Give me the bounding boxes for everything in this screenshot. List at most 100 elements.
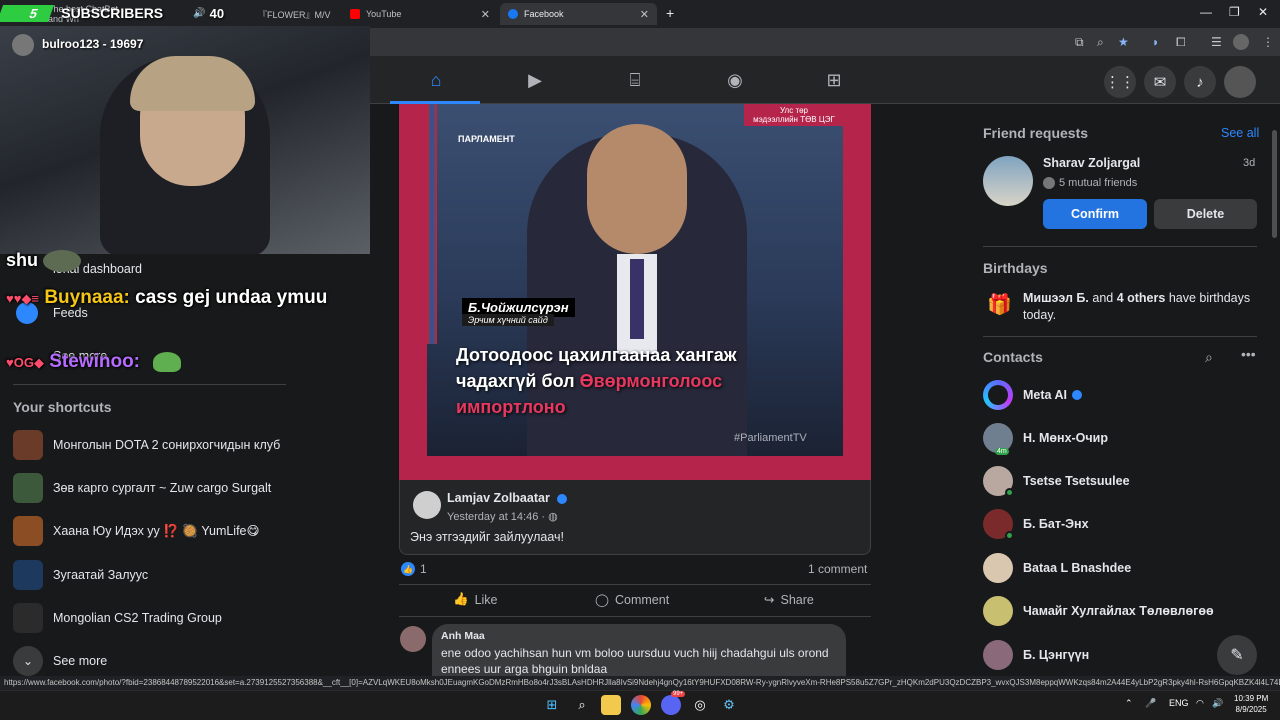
search-icon[interactable]: ⌕ [572, 695, 592, 715]
friend-requests-title: Friend requests [983, 125, 1089, 141]
video-icon[interactable]: ▶ [524, 70, 546, 90]
marketplace-icon[interactable]: ⌸ [624, 70, 646, 90]
flag [427, 104, 437, 344]
tab-facebook[interactable]: Facebook ✕ [500, 3, 657, 25]
reaction-count[interactable]: 1 [420, 562, 427, 576]
tab-youtube[interactable]: YouTube ✕ [342, 3, 498, 25]
contact-item[interactable]: Б. Бат-Энх [983, 509, 1243, 540]
new-tab-button[interactable]: + [666, 5, 674, 21]
chat-message: ♥OG◆ Stewinoo: [6, 351, 182, 373]
contact-item[interactable]: 4m Н. Мөнх-Очир [983, 423, 1243, 455]
screen-share-icon[interactable]: ⧉ [1075, 35, 1084, 50]
meta-ai-icon [983, 380, 1013, 410]
post-timestamp[interactable]: Yesterday at 14:46 · ◍ [447, 510, 558, 523]
wifi-icon[interactable]: ◠ [1196, 698, 1204, 709]
tab-flower-mv[interactable]: 『FLOWER』M/V [250, 3, 340, 25]
delete-button[interactable]: Delete [1154, 199, 1257, 229]
group-thumbnail [13, 603, 43, 633]
shortcut-item[interactable]: Зөв карго сургалт ~ Zuw cargo Surgalt [13, 473, 293, 503]
reading-list-icon[interactable]: ☰ [1211, 35, 1222, 49]
windows-start-icon[interactable]: ⊞ [542, 695, 562, 715]
contact-item[interactable]: Чамайг Хулгайлах Төлөвлөгөө [983, 596, 1243, 626]
account-avatar[interactable] [1224, 66, 1256, 98]
contact-avatar [983, 553, 1013, 583]
tray-arrow-icon[interactable]: ⌃ [1125, 698, 1133, 709]
close-window-icon[interactable]: ✕ [1258, 5, 1268, 19]
comment-icon: ◯ [595, 593, 609, 607]
author-avatar[interactable] [413, 491, 441, 519]
profile-avatar[interactable] [1233, 34, 1249, 50]
verified-icon [1072, 390, 1082, 400]
contact-item[interactable]: Б. Цэнгүүн [983, 640, 1243, 670]
groups-icon[interactable]: ◉ [724, 70, 746, 90]
shortcut-item[interactable]: Mongolian CS2 Trading Group [13, 603, 293, 633]
microphone-icon[interactable]: 🎤 [1145, 698, 1156, 709]
menu-grid-icon[interactable]: ⋮⋮ [1104, 66, 1136, 98]
extension-icon[interactable]: ◗ [1152, 35, 1159, 49]
post-author[interactable]: Lamjav Zolbaatar [447, 491, 568, 505]
puzzle-icon[interactable]: ⧠ [1176, 35, 1186, 50]
contact-avatar: 4m [983, 423, 1013, 455]
contact-item[interactable]: Tsetse Tsetsuulee [983, 466, 1243, 497]
streamer-tag: bulroo123 - 19697 [42, 37, 144, 51]
divider [399, 584, 871, 585]
speaker-tie [630, 259, 644, 339]
comment-count[interactable]: 1 comment [808, 562, 867, 576]
notifications-icon[interactable]: ♪ [1184, 66, 1216, 98]
close-icon[interactable]: ✕ [640, 8, 649, 21]
like-button[interactable]: 👍 Like [453, 592, 498, 607]
globe-icon: ◍ [548, 511, 558, 523]
scrollbar[interactable] [1272, 130, 1277, 238]
steam-icon[interactable]: ⚙ [719, 695, 739, 715]
streamer-hair [130, 56, 255, 111]
chevron-down-icon[interactable]: ⌄ [13, 646, 43, 676]
new-message-icon[interactable]: ✎ [1217, 635, 1257, 675]
pepe-emote-icon [153, 351, 182, 372]
share-icon: ↪ [764, 593, 775, 607]
close-icon[interactable]: ✕ [481, 8, 490, 21]
shortcuts-see-more[interactable]: See more [53, 654, 107, 668]
comment-button[interactable]: ◯ Comment [595, 592, 669, 608]
shortcut-item[interactable]: Монголын DOTA 2 сонирхогчидын клуб [13, 430, 293, 460]
contact-avatar [983, 509, 1014, 540]
search-icon[interactable]: ⌕ [1205, 349, 1213, 366]
gaming-icon[interactable]: ⊞ [823, 70, 845, 90]
home-icon[interactable]: ⌂ [425, 70, 447, 90]
commenter-avatar[interactable] [400, 626, 426, 652]
see-all-link[interactable]: See all [1221, 126, 1259, 140]
obs-icon[interactable]: ◎ [690, 695, 710, 715]
chrome-icon[interactable] [631, 695, 651, 715]
shortcut-item[interactable]: Зугаатай Залуус [13, 560, 293, 590]
more-menu-icon[interactable]: ⋮ [1262, 35, 1274, 49]
webcam-overlay: bulroo123 - 19697 [0, 26, 370, 254]
divider [399, 616, 871, 617]
discord-icon[interactable]: 99+ [661, 691, 686, 715]
corner-label: Улс төр мэдээллийн ТӨВ ЦЭГ [744, 104, 844, 126]
share-button[interactable]: ↪ Share [764, 592, 814, 608]
star-icon[interactable]: ★ [1118, 35, 1129, 49]
volume-icon[interactable]: 🔊 [1212, 698, 1223, 709]
shortcut-item[interactable]: Хаана Юу Идэх уу ⁉️ 🥘 YumLife😋 [13, 516, 293, 546]
contact-item[interactable]: Meta AI [983, 380, 1243, 410]
birthday-text[interactable]: Мишээл Б. and 4 others have birthdays to… [1023, 290, 1257, 324]
group-thumbnail [13, 473, 43, 503]
file-explorer-icon[interactable] [601, 695, 621, 715]
messenger-icon[interactable]: ✉ [1144, 66, 1176, 98]
clock[interactable]: 10:39 PM 8/9/2025 [1234, 693, 1268, 715]
language-indicator[interactable]: ENG [1169, 698, 1189, 708]
contact-item[interactable]: Bataa L Bnashdee [983, 553, 1243, 583]
chat-message: ♥♥◆≡ Buynaaa: cass gej undaa ymuu [6, 287, 328, 308]
confirm-button[interactable]: Confirm [1043, 199, 1147, 229]
restore-icon[interactable]: ❐ [1229, 5, 1240, 19]
requester-name[interactable]: Sharav Zoljargal [1043, 156, 1140, 170]
online-indicator [1005, 488, 1014, 497]
online-indicator [1005, 531, 1014, 540]
zoom-icon[interactable]: ⌕ [1097, 35, 1104, 50]
group-thumbnail [13, 516, 43, 546]
verified-icon [557, 493, 568, 504]
caption-role: Эрчим хүчний сайд [462, 314, 554, 326]
like-reaction-icon[interactable]: 👍 [401, 562, 415, 576]
minimize-icon[interactable]: — [1200, 5, 1212, 19]
more-options-icon[interactable]: ••• [1241, 346, 1256, 362]
requester-avatar[interactable] [983, 156, 1033, 206]
